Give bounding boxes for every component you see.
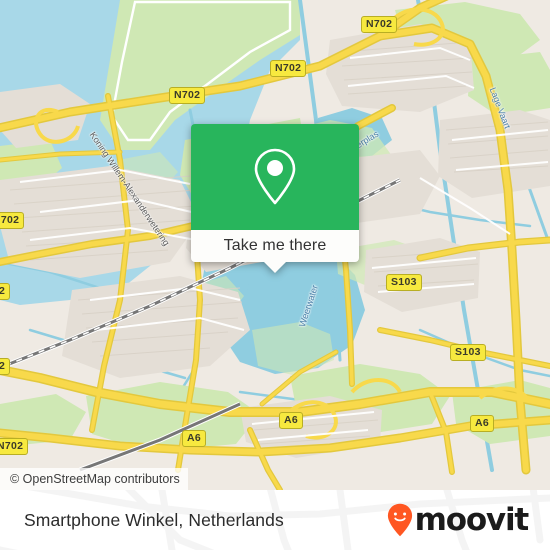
road-shield-n702: N702 xyxy=(0,212,25,229)
road-shield-n702: N702 xyxy=(270,60,307,77)
map-canvas[interactable]: N702N702N702N70222N702S103S103A6A6A6 Kon… xyxy=(0,0,550,490)
road-shield-2: 2 xyxy=(0,283,11,300)
map-attribution[interactable]: © OpenStreetMap contributors xyxy=(0,468,188,490)
road-shield-2: 2 xyxy=(0,358,11,375)
road-shield-a6: A6 xyxy=(182,430,207,447)
map-pin-icon xyxy=(248,145,302,209)
road-shield-a6: A6 xyxy=(279,412,304,429)
moovit-map-screenshot: N702N702N702N70222N702S103S103A6A6A6 Kon… xyxy=(0,0,550,550)
footer-bar: Smartphone Winkel, Netherlands moovit xyxy=(0,490,550,550)
moovit-wordmark: moovit xyxy=(414,501,530,538)
road-shield-n702: N702 xyxy=(169,87,206,104)
road-shield-n702: N702 xyxy=(0,438,29,455)
take-me-there-button[interactable]: Take me there xyxy=(191,230,359,262)
take-me-there-label: Take me there xyxy=(223,237,327,254)
card-icon-area xyxy=(191,124,359,230)
road-shield-s103: S103 xyxy=(386,274,422,291)
location-info-card[interactable]: Take me there xyxy=(191,124,359,273)
card-pointer-tail xyxy=(264,262,286,273)
road-shield-s103: S103 xyxy=(450,344,486,361)
road-shield-a6: A6 xyxy=(470,415,495,432)
moovit-pin-icon xyxy=(387,503,412,537)
moovit-logo[interactable]: moovit xyxy=(387,501,530,538)
place-title: Smartphone Winkel, Netherlands xyxy=(24,509,284,530)
road-shield-n702: N702 xyxy=(361,16,398,33)
